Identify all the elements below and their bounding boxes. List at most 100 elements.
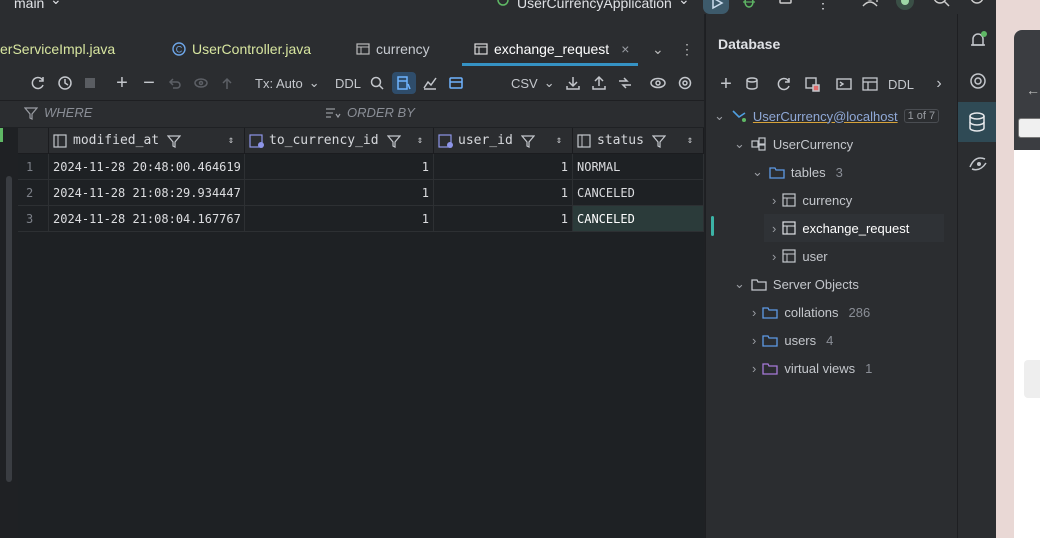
- cell-user-id[interactable]: 1: [434, 206, 573, 232]
- ai-assistant-icon[interactable]: [967, 70, 989, 92]
- chevron-down-icon[interactable]: ⌄: [678, 0, 690, 8]
- tree-node-table-currency[interactable]: › currency: [772, 188, 852, 212]
- table-icon[interactable]: [860, 74, 880, 94]
- disconnect-icon[interactable]: [802, 74, 822, 94]
- vertical-scrollbar[interactable]: [6, 176, 12, 482]
- chevron-right-icon: ›: [772, 248, 777, 264]
- ddl-button[interactable]: DDL: [335, 73, 361, 93]
- cell-status-selected[interactable]: CANCELED: [573, 206, 704, 232]
- more-icon[interactable]: ⋮: [816, 0, 830, 12]
- download-icon[interactable]: [563, 73, 583, 93]
- console-icon[interactable]: [834, 74, 854, 94]
- add-user-icon[interactable]: [862, 0, 882, 12]
- close-icon[interactable]: ×: [621, 41, 629, 57]
- cell-status[interactable]: CANCELED: [573, 180, 704, 206]
- search-icon[interactable]: [368, 73, 386, 93]
- row-number[interactable]: 1: [18, 154, 49, 180]
- notifications-icon[interactable]: [967, 30, 989, 52]
- database-tool-button[interactable]: [958, 102, 997, 142]
- datasource-properties-icon[interactable]: [743, 74, 763, 94]
- history-icon[interactable]: [55, 73, 75, 93]
- table-view-toggle[interactable]: [392, 72, 416, 94]
- revert-icon[interactable]: [165, 73, 185, 93]
- cell-user-id[interactable]: 1: [434, 180, 573, 206]
- debug-icon[interactable]: [740, 0, 758, 12]
- tab-currency[interactable]: currency: [356, 30, 430, 68]
- preview-changes-icon[interactable]: [191, 73, 211, 93]
- column-header-to-currency-id[interactable]: to_currency_id ⇕: [245, 128, 434, 154]
- tree-node-server-objects[interactable]: ⌄ Server Objects: [734, 272, 859, 296]
- cell-status[interactable]: NORMAL: [573, 154, 704, 180]
- search-icon[interactable]: [933, 0, 951, 12]
- compare-icon[interactable]: [615, 73, 635, 93]
- tree-node-table-user[interactable]: › user: [772, 244, 828, 268]
- folder-count: 4: [826, 332, 834, 348]
- sort-arrows-icon[interactable]: ⇕: [417, 135, 423, 146]
- sort-arrows-icon[interactable]: ⇕: [556, 135, 562, 146]
- datasource-badge[interactable]: 1 of 7: [903, 109, 940, 123]
- filter-icon[interactable]: [520, 134, 535, 148]
- run-button[interactable]: [703, 0, 729, 14]
- gear-icon[interactable]: [968, 0, 986, 12]
- back-icon[interactable]: ←: [1026, 82, 1040, 98]
- column-icon: [577, 133, 591, 148]
- cell-modified-at[interactable]: 2024-11-28 20:48:00.464619: [49, 154, 245, 180]
- order-by-filter[interactable]: ORDER BY: [325, 105, 415, 120]
- avatar[interactable]: [896, 0, 914, 10]
- refresh-icon[interactable]: [28, 73, 48, 93]
- cell-user-id[interactable]: 1: [434, 154, 573, 180]
- chart-icon[interactable]: [420, 73, 440, 93]
- cell-to-currency-id[interactable]: 1: [245, 180, 434, 206]
- chevron-down-icon[interactable]: ⌄: [50, 0, 62, 8]
- row-number[interactable]: 2: [18, 180, 49, 206]
- column-header-modified-at[interactable]: modified_at ⇕: [49, 128, 245, 154]
- tree-node-virtual-views[interactable]: › virtual views 1: [752, 356, 872, 380]
- tree-node-users[interactable]: › users 4: [752, 328, 833, 352]
- browser-tab-fragment[interactable]: [1018, 118, 1040, 138]
- services-icon[interactable]: [967, 152, 989, 174]
- tab-user-controller[interactable]: C UserController.java: [172, 30, 311, 68]
- tree-node-table-exchange-request[interactable]: › exchange_request: [764, 214, 944, 242]
- export-format-select[interactable]: CSV ⌄: [511, 73, 555, 93]
- ddl-button[interactable]: DDL: [888, 74, 914, 94]
- stop-icon[interactable]: [777, 0, 795, 12]
- branch-name[interactable]: main: [14, 0, 44, 11]
- where-filter[interactable]: WHERE: [24, 105, 92, 120]
- add-row-icon[interactable]: +: [112, 72, 132, 94]
- stop-query-icon[interactable]: [80, 73, 100, 93]
- cell-to-currency-id[interactable]: 1: [245, 154, 434, 180]
- cell-to-currency-id[interactable]: 1: [245, 206, 434, 232]
- tabs-dropdown-icon[interactable]: ⌄: [652, 30, 664, 68]
- data-editor-toolbar: + − Tx: Auto ⌄ DDL CSV ⌄: [0, 66, 704, 100]
- tabs-more-icon[interactable]: ⋮: [680, 30, 694, 68]
- chevron-right-icon[interactable]: ›: [932, 74, 946, 94]
- eye-icon[interactable]: [648, 73, 668, 93]
- refresh-icon[interactable]: [774, 74, 794, 94]
- column-header-user-id[interactable]: user_id ⇕: [434, 128, 573, 154]
- sort-arrows-icon[interactable]: ⇕: [687, 135, 693, 146]
- sort-arrows-icon[interactable]: ⇕: [228, 135, 234, 146]
- run-config-selector[interactable]: UserCurrencyApplication: [517, 0, 672, 11]
- row-number[interactable]: 3: [18, 206, 49, 232]
- gear-icon[interactable]: [675, 73, 695, 93]
- transaction-mode-select[interactable]: Tx: Auto ⌄: [255, 73, 320, 93]
- upload-icon[interactable]: [589, 73, 609, 93]
- tree-node-collations[interactable]: › collations 286: [752, 300, 870, 324]
- query-settings-icon[interactable]: [446, 73, 466, 93]
- submit-icon[interactable]: [217, 73, 237, 93]
- add-datasource-icon[interactable]: +: [716, 73, 736, 95]
- filter-icon[interactable]: [386, 134, 401, 148]
- tree-node-datasource[interactable]: ⌄ UserCurrency@localhost 1 of 7: [714, 104, 940, 128]
- cell-modified-at[interactable]: 2024-11-28 21:08:04.167767: [49, 206, 245, 232]
- chevron-down-icon: ⌄: [752, 164, 763, 179]
- filter-icon[interactable]: [651, 134, 666, 148]
- column-header-status[interactable]: status ⇕: [573, 128, 704, 154]
- menu-item-fragment[interactable]: [1024, 360, 1040, 398]
- tree-node-tables[interactable]: ⌄ tables 3: [752, 160, 843, 184]
- browser-content[interactable]: ←: [1014, 30, 1040, 538]
- cell-modified-at[interactable]: 2024-11-28 21:08:29.934447: [49, 180, 245, 206]
- tab-service-impl[interactable]: erServiceImpl.java: [0, 30, 115, 68]
- tree-node-schema[interactable]: ⌄ UserCurrency: [734, 132, 853, 156]
- filter-icon[interactable]: [167, 134, 182, 148]
- delete-row-icon[interactable]: −: [139, 72, 159, 94]
